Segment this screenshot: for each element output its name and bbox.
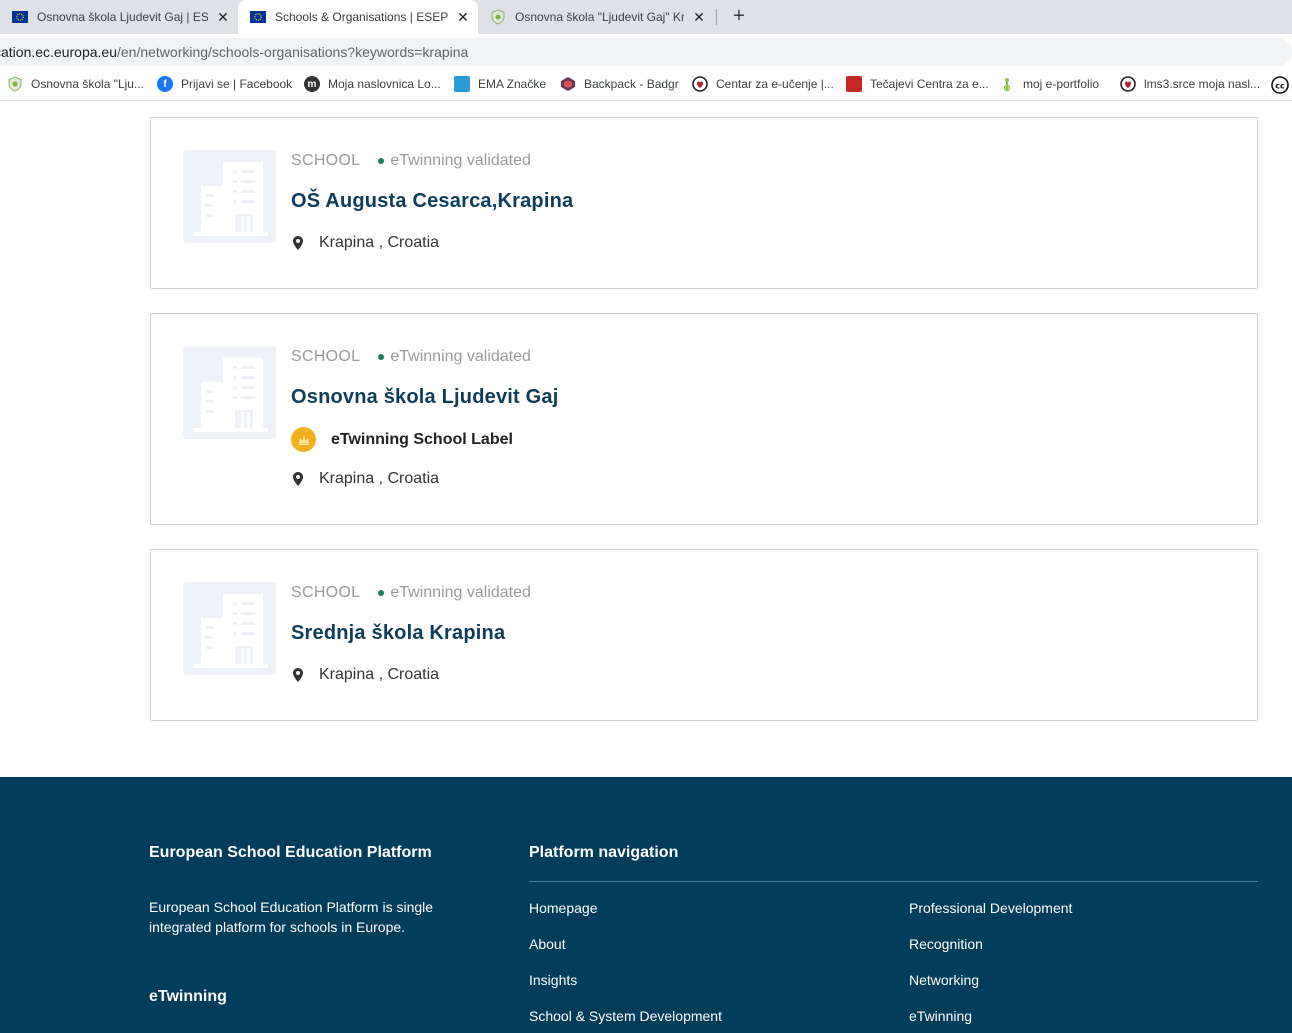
validated-dot-icon: [378, 158, 385, 164]
footer-link-school-system-development[interactable]: School & System Development: [529, 1008, 722, 1024]
bookmarks-bar: Osnovna škola "Lju... f Prijavi se | Fac…: [0, 67, 1292, 101]
bookmark-item[interactable]: Tečajevi Centra za e...: [846, 75, 989, 93]
building-icon: [193, 358, 268, 432]
eu-flag-icon: [12, 11, 28, 23]
location-pin-icon: [291, 236, 305, 250]
browser-tab-active[interactable]: Schools & Organisations | ESEP ✕: [238, 0, 478, 34]
location-text: Krapina , Croatia: [319, 666, 440, 683]
footer-link-about[interactable]: About: [529, 936, 566, 952]
footer-about-text: European School Education Platform is si…: [149, 899, 434, 935]
facebook-icon: f: [157, 76, 173, 92]
building-icon: [193, 162, 268, 236]
organisation-type: SCHOOL: [291, 584, 361, 601]
bookmark-item[interactable]: lms3.srce moja nasl...: [1120, 75, 1260, 93]
browser-tabstrip: Osnovna škola Ljudevit Gaj | ESEP ✕ Scho…: [0, 0, 1292, 34]
url-field[interactable]: cation.ec.europa.eu/en/networking/school…: [0, 38, 1292, 66]
footer-link-recognition[interactable]: Recognition: [909, 936, 983, 952]
school-location: Krapina , Croatia: [291, 666, 439, 684]
footer-nav-title: Platform navigation: [529, 844, 679, 861]
organisation-type: SCHOOL: [291, 152, 361, 169]
medal-icon: [291, 427, 316, 452]
organisation-type: SCHOOL: [291, 348, 361, 365]
browser-tab[interactable]: Osnovna škola "Ljudevit Gaj" Krapina ✕: [478, 0, 714, 34]
school-placeholder-image: [183, 582, 276, 675]
srce-icon: [692, 76, 708, 92]
bookmark-label: Osnovna škola "Lju...: [31, 77, 144, 91]
eportfolio-icon: [1003, 78, 1011, 92]
site-footer: European School Education Platform Europ…: [0, 777, 1292, 1033]
school-location: Krapina , Croatia: [291, 470, 439, 488]
school-label: eTwinning School Label: [291, 427, 513, 452]
result-meta: SCHOOL eTwinning validated: [291, 584, 531, 602]
bookmark-item[interactable]: Centar za e-učenje |...: [692, 75, 834, 93]
school-location: Krapina , Croatia: [291, 234, 439, 252]
tab-title: Osnovna škola Ljudevit Gaj | ESEP: [37, 10, 208, 24]
bookmark-label: Tečajevi Centra za e...: [870, 77, 989, 91]
bookmark-item[interactable]: Backpack - Badgr: [560, 75, 679, 93]
moodle-icon: m: [304, 76, 320, 92]
bookmark-label: Moja naslovnica Lo...: [328, 77, 441, 91]
shield-icon: [491, 9, 505, 25]
bookmark-item[interactable]: f Prijavi se | Facebook: [157, 75, 292, 93]
bookmark-item[interactable]: m Moja naslovnica Lo...: [304, 75, 441, 93]
close-tab-icon[interactable]: ✕: [214, 8, 232, 26]
srce-courses-icon: [846, 76, 862, 92]
building-icon: [193, 594, 268, 668]
result-meta: SCHOOL eTwinning validated: [291, 152, 531, 170]
footer-link-insights[interactable]: Insights: [529, 972, 577, 988]
validated-dot-icon: [378, 354, 385, 360]
footer-link-homepage[interactable]: Homepage: [529, 900, 598, 916]
shield-icon: [8, 76, 22, 92]
bookmark-label: moj e-portfolio: [1023, 77, 1100, 91]
url-path: /en/networking/schools-organisations?key…: [116, 44, 469, 60]
close-tab-icon[interactable]: ✕: [454, 8, 472, 26]
footer-link-professional-development[interactable]: Professional Development: [909, 900, 1072, 916]
bookmark-label: Backpack - Badgr: [584, 77, 679, 91]
footer-link-networking[interactable]: Networking: [909, 972, 979, 988]
school-name-link[interactable]: Osnovna škola Ljudevit Gaj: [291, 386, 559, 409]
validated-dot-icon: [378, 590, 385, 596]
footer-divider: [529, 881, 1258, 882]
bookmark-item[interactable]: Osnovna škola "Lju...: [7, 75, 144, 93]
browser-tab[interactable]: Osnovna škola Ljudevit Gaj | ESEP ✕: [0, 0, 238, 34]
bookmark-label: lms3.srce moja nasl...: [1144, 77, 1261, 91]
school-name-link[interactable]: Srednja škola Krapina: [291, 622, 505, 645]
result-card[interactable]: SCHOOL eTwinning validated OŠ Augusta Ce…: [150, 117, 1258, 289]
location-pin-icon: [291, 668, 305, 682]
validation-status: eTwinning validated: [390, 584, 531, 601]
bookmark-label: EMA Značke: [478, 77, 547, 91]
result-meta: SCHOOL eTwinning validated: [291, 348, 531, 366]
school-placeholder-image: [183, 346, 276, 439]
bookmark-label: Prijavi se | Facebook: [181, 77, 293, 91]
lms-icon: [1120, 76, 1136, 92]
tab-title: Osnovna škola "Ljudevit Gaj" Krapina: [515, 10, 684, 24]
footer-etwinning-title: eTwinning: [149, 988, 227, 1005]
close-tab-icon[interactable]: ✕: [690, 8, 708, 26]
school-placeholder-image: [183, 150, 276, 243]
location-text: Krapina , Croatia: [319, 470, 440, 487]
url-host: cation.ec.europa.eu: [0, 44, 117, 60]
new-tab-button[interactable]: +: [728, 5, 750, 27]
ema-icon: [454, 76, 470, 92]
bookmark-item[interactable]: moj e-portfolio: [999, 75, 1099, 93]
creative-commons-icon[interactable]: cc: [1271, 76, 1289, 94]
tab-separator: [716, 9, 717, 25]
location-text: Krapina , Croatia: [319, 234, 440, 251]
tab-title: Schools & Organisations | ESEP: [275, 10, 448, 24]
validation-status: eTwinning validated: [390, 348, 531, 365]
validation-status: eTwinning validated: [390, 152, 531, 169]
result-card[interactable]: SCHOOL eTwinning validated Srednja škola…: [150, 549, 1258, 721]
school-name-link[interactable]: OŠ Augusta Cesarca,Krapina: [291, 190, 573, 213]
bookmark-item[interactable]: EMA Značke: [454, 75, 546, 93]
school-label-text: eTwinning School Label: [331, 430, 513, 448]
footer-about-title: European School Education Platform: [149, 844, 432, 861]
result-card[interactable]: SCHOOL eTwinning validated Osnovna škola…: [150, 313, 1258, 525]
address-bar: cation.ec.europa.eu/en/networking/school…: [0, 34, 1292, 67]
footer-link-etwinning[interactable]: eTwinning: [909, 1008, 972, 1024]
svg-text:cc: cc: [1275, 82, 1285, 91]
eu-flag-icon: [250, 11, 266, 23]
badgr-icon: [561, 77, 575, 91]
bookmark-label: Centar za e-učenje |...: [716, 77, 834, 91]
location-pin-icon: [291, 472, 305, 486]
